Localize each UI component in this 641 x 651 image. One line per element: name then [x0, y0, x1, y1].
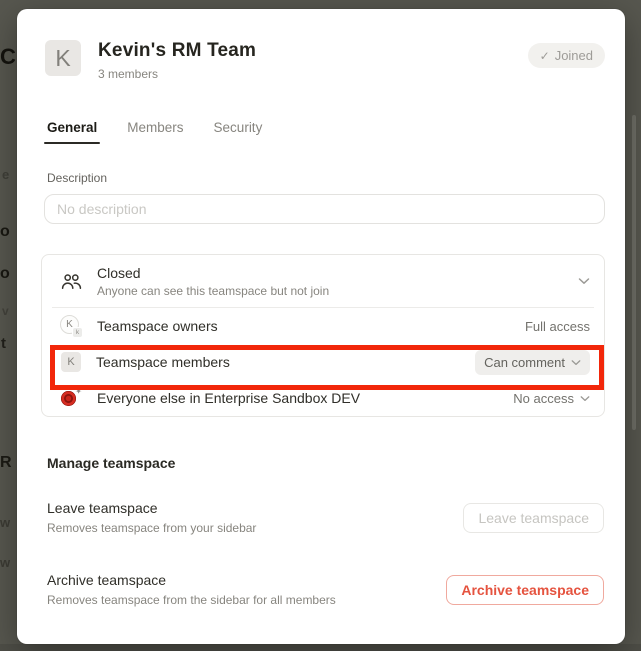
access-level-subtitle: Anyone can see this teamspace but not jo…	[97, 284, 578, 298]
access-level-title: Closed	[97, 265, 578, 281]
everyone-access-level: No access	[513, 391, 574, 406]
permission-row-members[interactable]: K Teamspace members Can comment	[42, 344, 604, 380]
backdrop-bottom-strip	[0, 644, 641, 651]
members-access-dropdown[interactable]: Can comment	[475, 350, 590, 375]
backdrop-text-fragment: C	[0, 46, 16, 68]
leave-teamspace-button[interactable]: Leave teamspace	[463, 503, 604, 533]
access-level-text: Closed Anyone can see this teamspace but…	[97, 265, 578, 298]
workspace-logo-icon: ✦	[60, 387, 82, 409]
permission-row-label: Everyone else in Enterprise Sandbox DEV	[97, 390, 513, 406]
backdrop-text-fragment: w	[0, 556, 10, 569]
permissions-card: Closed Anyone can see this teamspace but…	[41, 254, 605, 417]
people-icon	[60, 273, 82, 290]
joined-badge[interactable]: ✓ Joined	[528, 43, 605, 68]
teamspace-avatar[interactable]: K	[45, 40, 81, 76]
permission-row-owners[interactable]: K k Teamspace owners Full access	[42, 308, 604, 344]
background-scrollbar-sliver	[632, 115, 636, 430]
owners-avatar: K k	[60, 315, 82, 337]
teamspace-settings-dialog: K Kevin's RM Team 3 members ✓ Joined Gen…	[17, 9, 625, 644]
leave-teamspace-title: Leave teamspace	[47, 500, 463, 516]
backdrop-text-fragment: w	[0, 516, 10, 529]
leave-teamspace-text: Leave teamspace Removes teamspace from y…	[47, 500, 463, 535]
tab-general[interactable]: General	[47, 120, 97, 144]
description-label: Description	[47, 171, 605, 185]
access-level-selector[interactable]: Closed Anyone can see this teamspace but…	[42, 255, 604, 307]
backdrop-text-fragment: v	[2, 305, 9, 317]
permission-row-label: Teamspace members	[96, 354, 475, 370]
settings-tabs: General Members Security	[47, 120, 605, 144]
archive-teamspace-text: Archive teamspace Removes teamspace from…	[47, 572, 446, 607]
owners-access-level: Full access	[525, 319, 590, 334]
archive-teamspace-subtitle: Removes teamspace from the sidebar for a…	[47, 593, 446, 607]
check-icon: ✓	[540, 49, 550, 63]
members-access-level: Can comment	[484, 355, 565, 370]
tab-security[interactable]: Security	[214, 120, 263, 144]
permission-row-label: Teamspace owners	[97, 318, 525, 334]
chevron-down-icon	[578, 277, 590, 285]
backdrop-text-fragment: o	[0, 266, 10, 282]
everyone-access-dropdown[interactable]: No access	[513, 391, 590, 406]
backdrop-text-fragment: t	[1, 336, 6, 351]
description-input[interactable]	[44, 194, 605, 224]
dialog-header: K Kevin's RM Team 3 members ✓ Joined	[41, 40, 605, 81]
leave-teamspace-row: Leave teamspace Removes teamspace from y…	[47, 500, 605, 535]
archive-teamspace-title: Archive teamspace	[47, 572, 446, 588]
chevron-down-icon	[580, 395, 590, 402]
chevron-down-icon	[571, 359, 581, 366]
header-text-block: Kevin's RM Team 3 members	[98, 40, 528, 81]
joined-badge-label: Joined	[555, 48, 593, 63]
backdrop-text-fragment: R	[0, 455, 12, 471]
manage-teamspace-heading: Manage teamspace	[47, 455, 605, 471]
backdrop-text-fragment: o	[0, 224, 10, 240]
teamspace-title: Kevin's RM Team	[98, 40, 528, 62]
archive-teamspace-button[interactable]: Archive teamspace	[446, 575, 604, 605]
member-count: 3 members	[98, 67, 528, 81]
leave-teamspace-subtitle: Removes teamspace from your sidebar	[47, 521, 463, 535]
archive-teamspace-row: Archive teamspace Removes teamspace from…	[47, 572, 605, 607]
tab-members[interactable]: Members	[127, 120, 183, 144]
members-avatar: K	[61, 352, 81, 372]
backdrop-text-fragment: e	[2, 168, 9, 181]
permission-row-everyone-else[interactable]: ✦ Everyone else in Enterprise Sandbox DE…	[42, 380, 604, 416]
